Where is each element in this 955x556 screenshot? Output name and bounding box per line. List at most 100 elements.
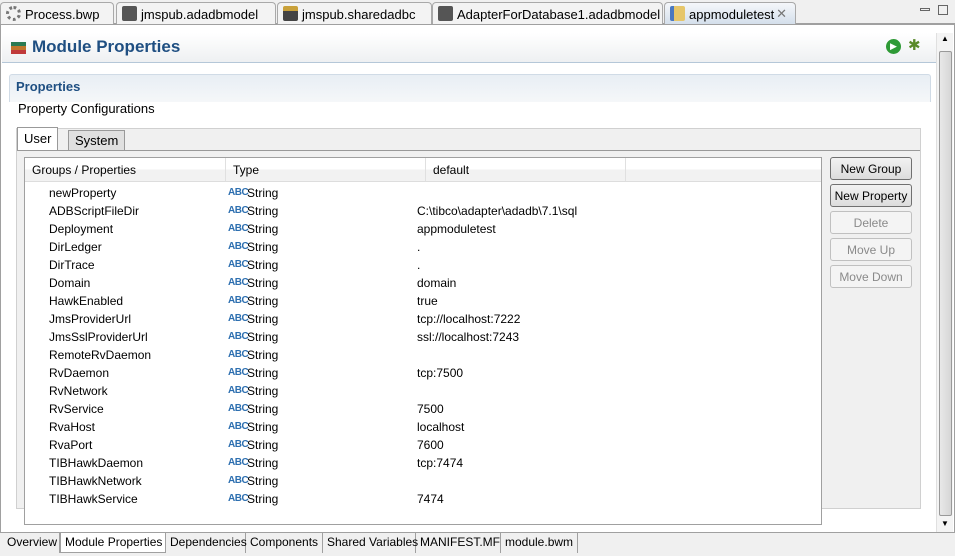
column-header-default[interactable]: default <box>426 158 626 182</box>
property-default: appmoduletest <box>417 222 496 236</box>
property-name: TIBHawkDaemon <box>49 456 144 470</box>
property-name: Domain <box>49 276 91 290</box>
editor-tab-adadbmodel[interactable]: jmspub.adadbmodel <box>116 2 276 24</box>
property-type: String <box>247 420 279 434</box>
page-tab-dependencies[interactable]: Dependencies <box>166 533 247 553</box>
new-group-button[interactable]: New Group <box>830 157 912 180</box>
table-row[interactable]: newProperty ABC String <box>25 184 821 202</box>
table-row[interactable]: JmsSslProviderUrl ABC String ssl://local… <box>25 328 821 346</box>
table-row[interactable]: RemoteRvDaemon ABC String <box>25 346 821 364</box>
table-row[interactable]: HawkEnabled ABC String true <box>25 292 821 310</box>
gear-icon <box>6 6 21 21</box>
vertical-scrollbar[interactable]: ▲ ▼ <box>936 33 953 532</box>
string-type-icon: ABC <box>228 421 249 432</box>
string-type-icon: ABC <box>228 385 249 396</box>
string-type-icon: ABC <box>228 295 249 306</box>
property-type: String <box>247 366 279 380</box>
page-tab-components[interactable]: Components <box>246 533 323 553</box>
adb-icon <box>438 6 453 21</box>
tab-system[interactable]: System <box>68 130 126 151</box>
move-up-button[interactable]: Move Up <box>830 238 912 261</box>
module-icon <box>670 6 685 21</box>
table-row[interactable]: DirLedger ABC String . <box>25 238 821 256</box>
table-row[interactable]: RvDaemon ABC String tcp:7500 <box>25 364 821 382</box>
string-type-icon: ABC <box>228 259 249 270</box>
string-type-icon: ABC <box>228 331 249 342</box>
editor-tab-appmoduletest[interactable]: appmoduletest ✕ <box>664 2 796 24</box>
maximize-icon[interactable] <box>938 5 948 15</box>
property-name: DirTrace <box>49 258 95 272</box>
close-icon[interactable]: ✕ <box>776 6 787 22</box>
table-row[interactable]: RvNetwork ABC String <box>25 382 821 400</box>
string-type-icon: ABC <box>228 205 249 216</box>
table-row[interactable]: RvaPort ABC String 7600 <box>25 436 821 454</box>
page-tab-overview[interactable]: Overview <box>3 533 60 553</box>
column-header-type[interactable]: Type <box>226 158 426 182</box>
string-type-icon: ABC <box>228 475 249 486</box>
property-type: String <box>247 456 279 470</box>
string-type-icon: ABC <box>228 241 249 252</box>
property-name: Deployment <box>49 222 114 236</box>
property-name: JmsSslProviderUrl <box>49 330 148 344</box>
editor-tab-sharedadbc[interactable]: jmspub.sharedadbc <box>277 2 432 24</box>
string-type-icon: ABC <box>228 349 249 360</box>
property-default: C:\tibco\adapter\adadb\7.1\sql <box>417 204 578 218</box>
property-default: localhost <box>417 420 465 434</box>
properties-table[interactable]: Groups / Properties Type default newProp… <box>24 157 822 525</box>
minimize-icon[interactable] <box>920 8 930 11</box>
page-tab-shared-variables[interactable]: Shared Variables <box>323 533 418 553</box>
table-row[interactable]: Domain ABC String domain <box>25 274 821 292</box>
property-type: String <box>247 222 279 236</box>
property-name: DirLedger <box>49 240 102 254</box>
property-type: String <box>247 294 279 308</box>
scroll-up-arrow[interactable]: ▲ <box>941 34 949 43</box>
section-subtitle: Property Configurations <box>18 101 155 116</box>
table-row[interactable]: TIBHawkService ABC String 7474 <box>25 490 821 508</box>
table-row[interactable]: DirTrace ABC String . <box>25 256 821 274</box>
string-type-icon: ABC <box>228 367 249 378</box>
page-tab-module-bwm[interactable]: module.bwm <box>501 533 578 553</box>
delete-button[interactable]: Delete <box>830 211 912 234</box>
property-name: HawkEnabled <box>49 294 124 308</box>
property-default: ssl://localhost:7243 <box>417 330 520 344</box>
new-property-button[interactable]: New Property <box>830 184 912 207</box>
table-row[interactable]: RvaHost ABC String localhost <box>25 418 821 436</box>
move-down-button[interactable]: Move Down <box>830 265 912 288</box>
scrollbar-thumb[interactable] <box>939 51 952 516</box>
string-type-icon: ABC <box>228 457 249 468</box>
property-name: RemoteRvDaemon <box>49 348 152 362</box>
property-type: String <box>247 384 279 398</box>
property-default: tcp://localhost:7222 <box>417 312 521 326</box>
property-name: TIBHawkService <box>49 492 138 506</box>
property-default: domain <box>417 276 457 290</box>
debug-icon[interactable]: ✱ <box>908 36 921 54</box>
tab-user[interactable]: User <box>17 127 59 151</box>
page-tab-module-properties[interactable]: Module Properties <box>60 533 166 553</box>
column-header-empty <box>626 158 821 182</box>
string-type-icon: ABC <box>228 223 249 234</box>
scroll-down-arrow[interactable]: ▼ <box>941 519 949 528</box>
property-default: . <box>417 258 421 272</box>
editor-tab-bar: Process.bwp jmspub.adadbmodel jmspub.sha… <box>0 0 955 24</box>
property-default: tcp:7474 <box>417 456 464 470</box>
table-row[interactable]: TIBHawkNetwork ABC String <box>25 472 821 490</box>
property-type: String <box>247 474 279 488</box>
string-type-icon: ABC <box>228 313 249 324</box>
string-type-icon: ABC <box>228 403 249 414</box>
table-row[interactable]: TIBHawkDaemon ABC String tcp:7474 <box>25 454 821 472</box>
property-default: 7500 <box>417 402 444 416</box>
property-name: RvaHost <box>49 420 96 434</box>
property-default: 7474 <box>417 492 444 506</box>
property-name: TIBHawkNetwork <box>49 474 142 488</box>
column-header-groups[interactable]: Groups / Properties <box>25 158 226 182</box>
property-name: RvService <box>49 402 104 416</box>
table-row[interactable]: JmsProviderUrl ABC String tcp://localhos… <box>25 310 821 328</box>
run-icon[interactable]: ▶ <box>886 39 901 54</box>
table-row[interactable]: ADBScriptFileDir ABC String C:\tibco\ada… <box>25 202 821 220</box>
properties-section-header: Properties <box>9 74 931 102</box>
editor-tab-adapterfordatabase[interactable]: AdapterForDatabase1.adadbmodel <box>432 2 663 24</box>
table-row[interactable]: RvService ABC String 7500 <box>25 400 821 418</box>
editor-tab-process[interactable]: Process.bwp <box>0 2 114 24</box>
page-tab-manifest-mf[interactable]: MANIFEST.MF <box>416 533 501 553</box>
table-row[interactable]: Deployment ABC String appmoduletest <box>25 220 821 238</box>
